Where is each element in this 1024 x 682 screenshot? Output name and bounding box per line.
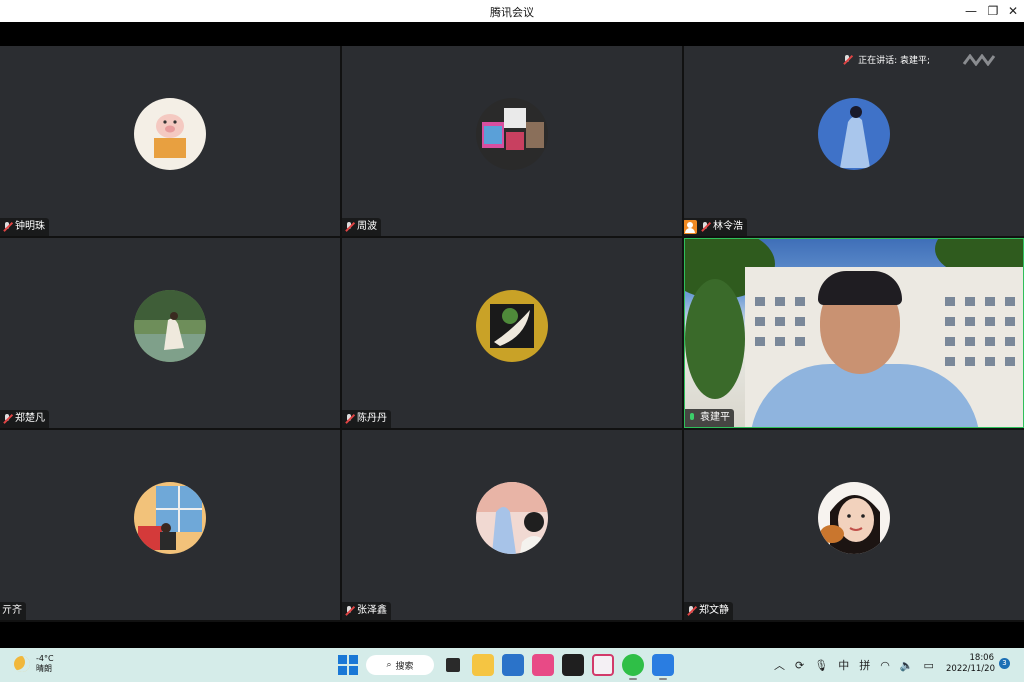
participant-grid: 钟明珠 周波 林令浩 正在讲话: 袁建平; 郑楚凡 陈丹丹 袁建平 亓齐 张泽鑫… xyxy=(0,46,1024,622)
windows-taskbar: -4°C 晴朗 ⌕ 搜索 ︿ ⟳ 🎙 中 拼 ◠ 🔈 ▭ 18:06 2022/… xyxy=(0,648,1024,682)
battery-icon[interactable]: ▭ xyxy=(924,659,934,672)
media-app-icon[interactable] xyxy=(532,654,554,676)
clock-date: 2022/11/20 xyxy=(946,664,995,674)
tencent-meeting-window: 腾讯会议 — ❐ ✕ 钟明珠 周波 林令浩 正在讲话: 袁建平; 郑楚凡 陈丹丹… xyxy=(0,0,1024,682)
notification-badge[interactable]: 3 xyxy=(999,658,1010,669)
mic-active-icon xyxy=(687,412,697,424)
cartoon-pig-avatar xyxy=(134,98,206,170)
ime-language[interactable]: 中 xyxy=(838,657,849,673)
bottom-toolbar-area xyxy=(0,622,1024,648)
participant-name: 郑文静 xyxy=(699,605,729,616)
mic-muted-icon xyxy=(344,605,354,617)
sunset-hand-avatar xyxy=(476,482,548,554)
participant-name: 周波 xyxy=(357,221,377,232)
weather-temperature: -4°C xyxy=(36,654,54,663)
blue-illustration-avatar xyxy=(818,98,890,170)
wps-office-icon[interactable] xyxy=(562,654,584,676)
mic-muted-icon xyxy=(686,605,696,617)
mic-muted-icon xyxy=(700,221,710,233)
snipping-tool-icon[interactable] xyxy=(592,654,614,676)
mic-muted-icon xyxy=(344,221,354,233)
participant-name-tag: 亓齐 xyxy=(0,602,26,620)
gold-emblem-avatar xyxy=(476,290,548,362)
girl-selfie-avatar xyxy=(818,482,890,554)
search-label: 搜索 xyxy=(395,661,414,672)
volume-icon[interactable]: 🔈 xyxy=(900,659,914,672)
file-explorer-icon[interactable] xyxy=(472,654,494,676)
window-view-avatar xyxy=(134,482,206,554)
mic-muted-icon xyxy=(344,413,354,425)
tencent-meeting-logo xyxy=(962,54,996,66)
participant-tile[interactable]: 郑文静 xyxy=(684,430,1024,620)
participant-name: 张泽鑫 xyxy=(357,605,387,616)
microsoft-store-icon[interactable] xyxy=(502,654,524,676)
title-bar: 腾讯会议 — ❐ ✕ xyxy=(0,0,1024,22)
taskbar-search[interactable]: ⌕ 搜索 xyxy=(366,655,434,675)
show-hidden-icons-chevron-icon[interactable]: ︿ xyxy=(774,657,785,673)
participant-name-tag: 袁建平 xyxy=(685,409,734,427)
photo-collage-avatar xyxy=(476,98,548,170)
participant-tile[interactable]: 周波 xyxy=(342,46,682,236)
participant-name-tag: 钟明珠 xyxy=(0,218,49,236)
top-toolbar-area xyxy=(0,22,1024,46)
participant-name: 陈丹丹 xyxy=(357,413,387,424)
participant-name-tag: 陈丹丹 xyxy=(342,410,391,428)
participant-tile[interactable]: 陈丹丹 xyxy=(342,238,682,428)
participant-name-tag: 郑楚凡 xyxy=(0,410,49,428)
ime-mode[interactable]: 拼 xyxy=(859,657,870,673)
microphone-icon[interactable]: 🎙 xyxy=(814,659,828,672)
participant-tile[interactable]: 郑楚凡 xyxy=(0,238,340,428)
participant-name: 亓齐 xyxy=(2,605,22,616)
sync-icon[interactable]: ⟳ xyxy=(795,659,804,672)
wifi-icon[interactable]: ◠ xyxy=(880,659,890,672)
minimize-button[interactable]: — xyxy=(962,2,980,20)
window-title: 腾讯会议 xyxy=(490,6,534,19)
search-icon: ⌕ xyxy=(386,660,392,670)
speaker-video-feed xyxy=(685,239,1023,427)
participant-name: 郑楚凡 xyxy=(15,413,45,424)
speaking-label: 正在讲话: 袁建平; xyxy=(858,56,930,66)
participant-name: 钟明珠 xyxy=(15,221,45,232)
host-icon xyxy=(684,220,697,234)
moon-icon xyxy=(14,656,30,672)
participant-tile[interactable]: 亓齐 xyxy=(0,430,340,620)
participant-name: 袁建平 xyxy=(700,412,730,423)
restore-button[interactable]: ❐ xyxy=(984,2,1002,20)
mic-muted-icon xyxy=(842,54,852,66)
participant-tile[interactable]: 林令浩 正在讲话: 袁建平; xyxy=(684,46,1024,236)
participant-name: 林令浩 xyxy=(713,221,743,232)
weather-widget[interactable]: -4°C 晴朗 xyxy=(14,654,54,674)
wechat-icon[interactable] xyxy=(622,654,644,680)
taskbar-clock[interactable]: 18:06 2022/11/20 xyxy=(946,653,995,675)
system-tray: ︿ ⟳ 🎙 中 拼 ◠ 🔈 ▭ xyxy=(774,657,934,673)
tencent-meeting-icon[interactable] xyxy=(652,654,674,680)
task-view-icon[interactable] xyxy=(446,658,460,672)
active-speaker-video-tile[interactable]: 袁建平 xyxy=(684,238,1024,428)
participant-name-tag: 周波 xyxy=(342,218,381,236)
start-button[interactable] xyxy=(338,655,358,675)
weather-description: 晴朗 xyxy=(36,664,52,673)
woman-by-lake-avatar xyxy=(134,290,206,362)
mic-muted-icon xyxy=(2,221,12,233)
close-button[interactable]: ✕ xyxy=(1004,2,1022,20)
participant-name-tag: 林令浩 xyxy=(684,218,747,236)
participant-tile[interactable]: 张泽鑫 xyxy=(342,430,682,620)
clock-time: 18:06 xyxy=(969,653,995,663)
mic-muted-icon xyxy=(2,413,12,425)
participant-tile[interactable]: 钟明珠 xyxy=(0,46,340,236)
speaking-indicator: 正在讲话: 袁建平; xyxy=(842,53,930,66)
participant-name-tag: 张泽鑫 xyxy=(342,602,391,620)
taskbar-apps: ⌕ 搜索 xyxy=(338,653,674,680)
participant-name-tag: 郑文静 xyxy=(684,602,733,620)
